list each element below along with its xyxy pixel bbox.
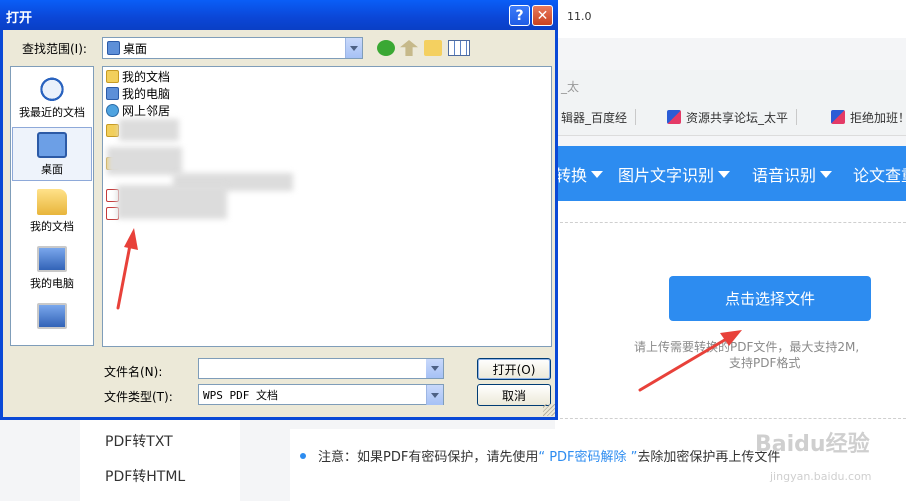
annotation-arrows <box>116 228 742 392</box>
annotation-arrow-select-button <box>638 330 742 392</box>
annotation-arrow-file-list <box>116 228 138 310</box>
